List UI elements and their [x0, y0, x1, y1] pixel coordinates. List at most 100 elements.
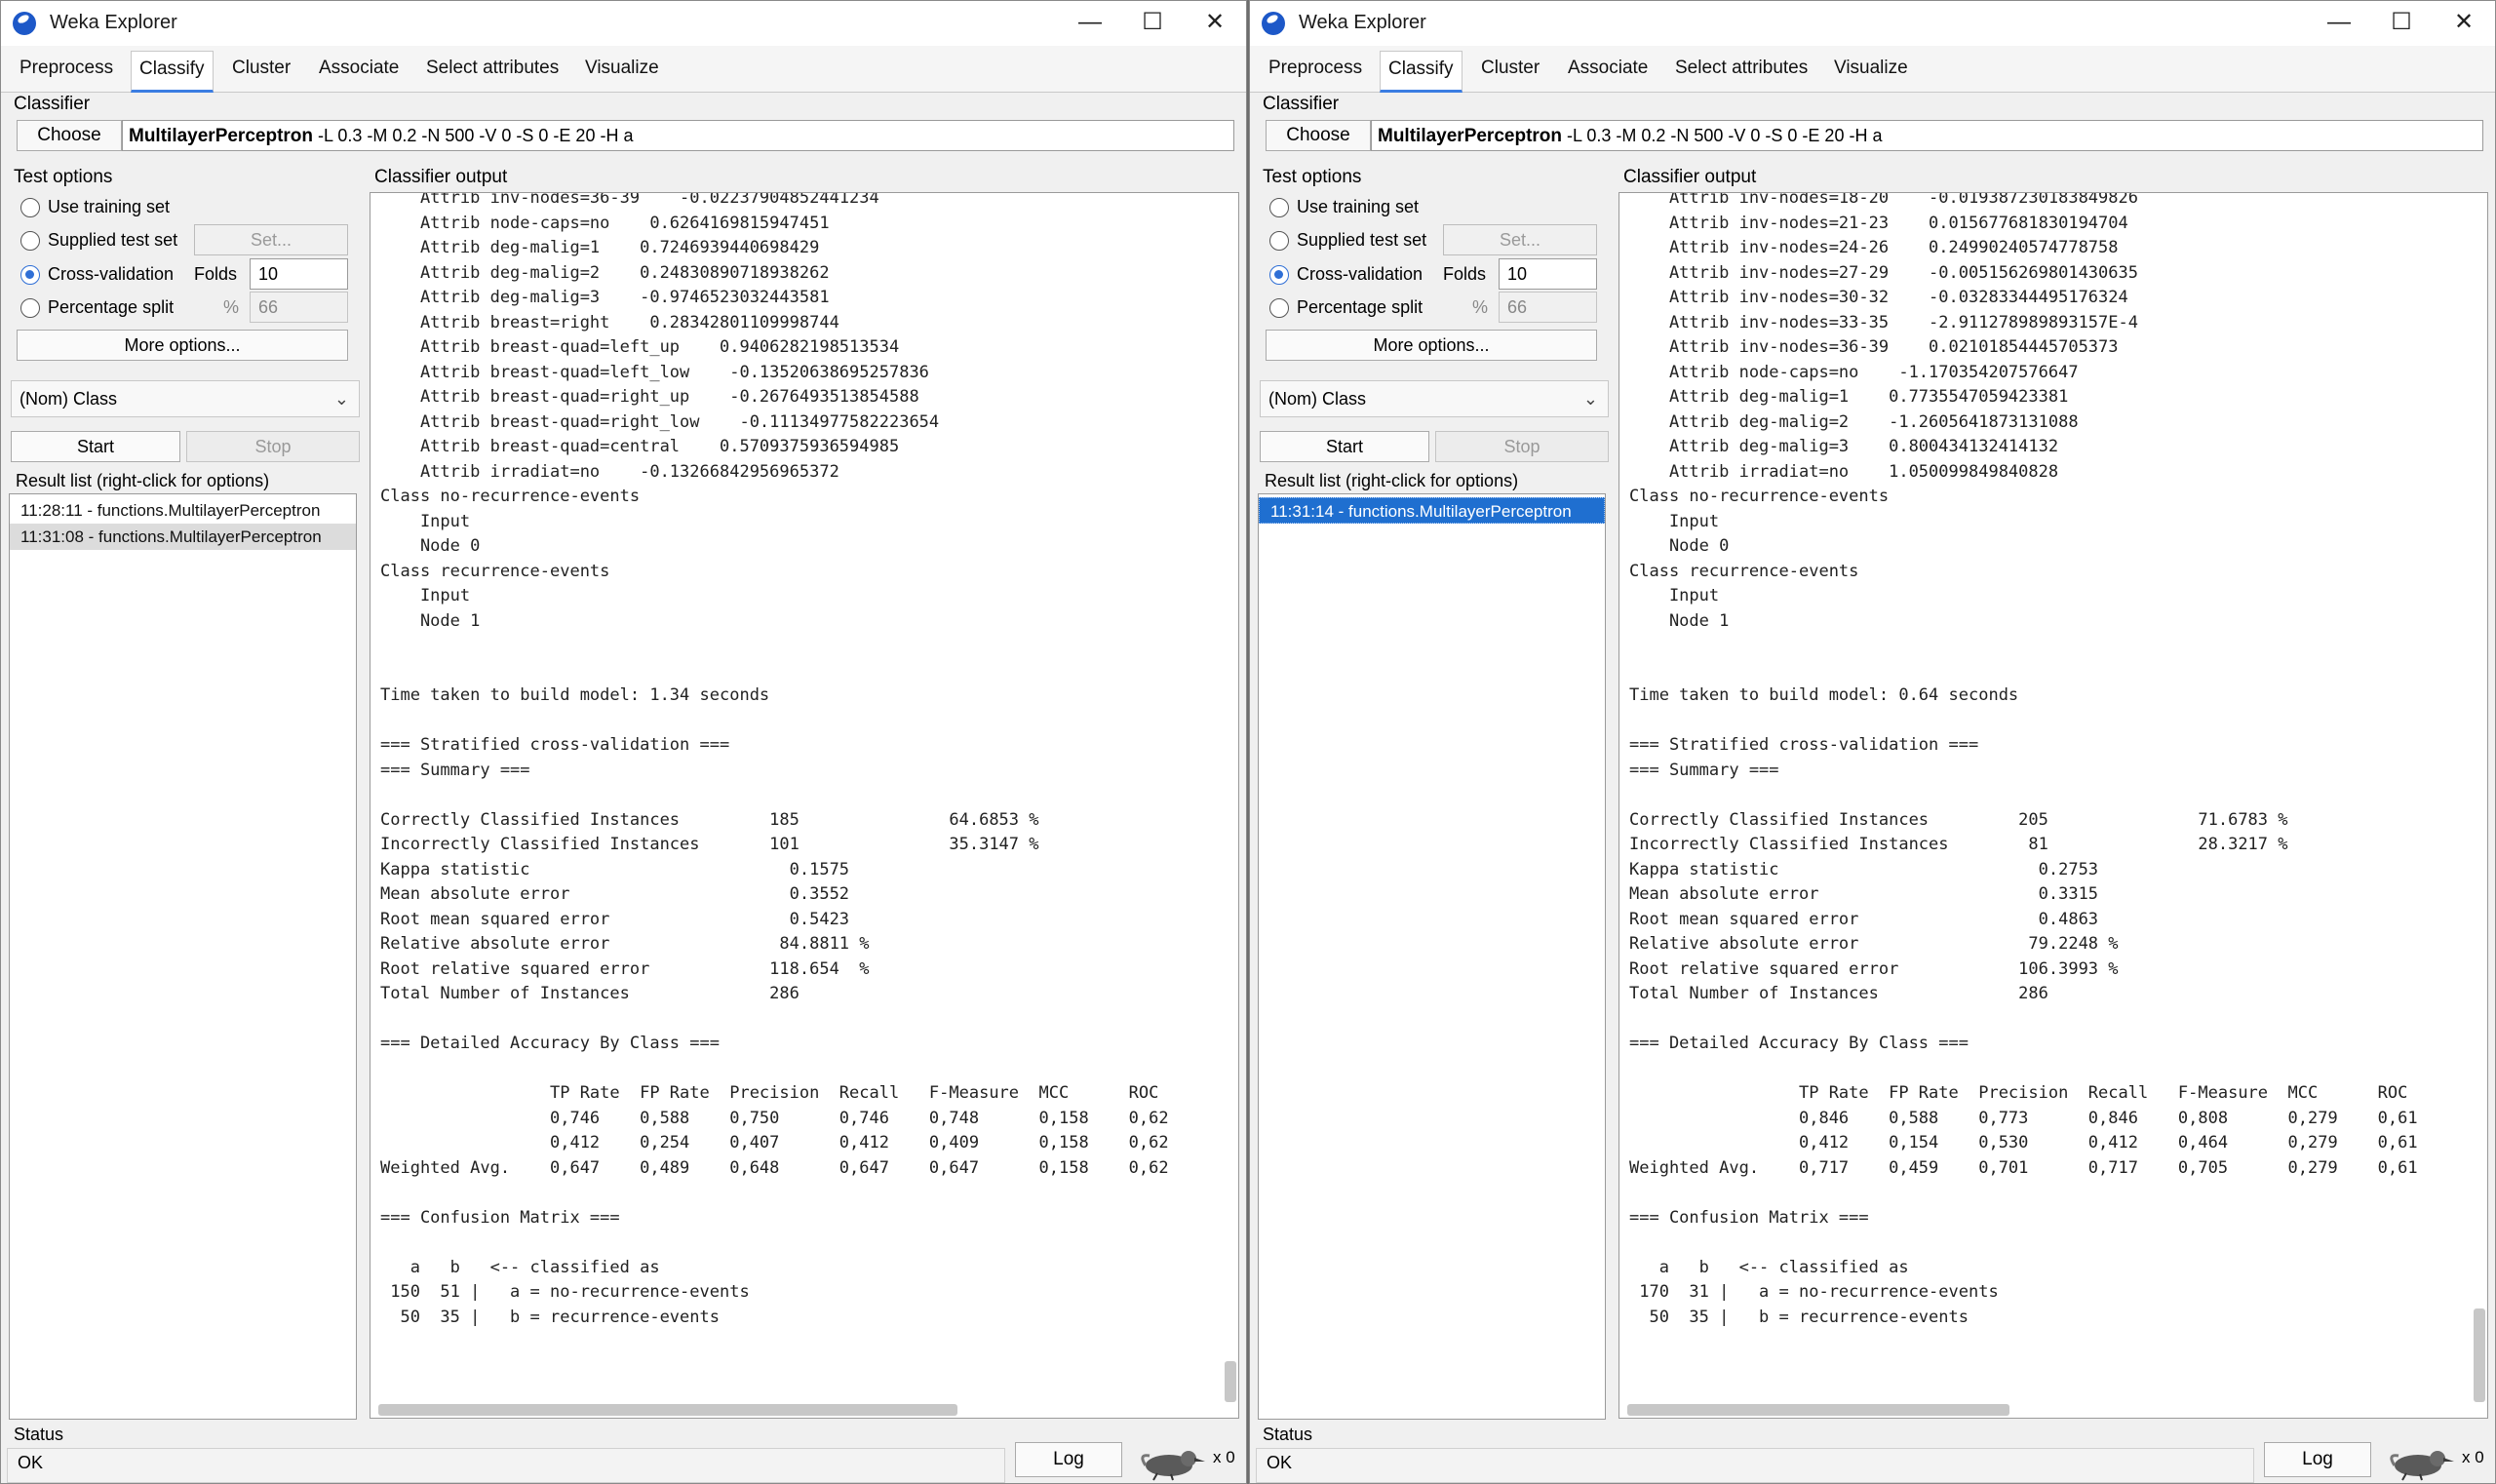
output-line: Attrib irradiat=no -0.13266842956965372 [380, 461, 839, 482]
maximize-icon[interactable]: ☐ [2370, 1, 2433, 46]
chevron-down-icon: ⌄ [1582, 389, 1598, 409]
vertical-scrollbar[interactable] [1225, 1361, 1236, 1402]
maximize-icon[interactable]: ☐ [1121, 1, 1184, 46]
supplied-test-set-radio[interactable] [1269, 231, 1289, 251]
classifier-output-label: Classifier output [374, 167, 508, 187]
output-line: Node 0 [1629, 536, 1730, 556]
output-line: Attrib inv-nodes=21-23 0.015677681830194… [1629, 213, 2128, 233]
tab-cluster[interactable]: Cluster [232, 58, 291, 79]
folds-label: Folds [194, 264, 238, 284]
output-line: Attrib inv-nodes=33-35 -2.91127898989315… [1629, 312, 2138, 332]
output-line: Attrib deg-malig=1 0.7735547059423381 [1629, 387, 2069, 407]
percent-label: % [223, 297, 240, 317]
task-count: x 0 [2462, 1448, 2484, 1466]
output-line: TP Rate FP Rate Precision Recall F-Measu… [1629, 1083, 2408, 1103]
folds-input[interactable]: 10 [1499, 258, 1597, 290]
output-line: Attrib breast-quad=right_up -0.267649351… [380, 387, 919, 407]
tab-preprocess[interactable]: Preprocess [20, 58, 113, 79]
weka-bird-icon[interactable] [2385, 1444, 2455, 1481]
percentage-split-radio[interactable] [1269, 298, 1289, 318]
log-button[interactable]: Log [1015, 1442, 1122, 1477]
tab-preprocess[interactable]: Preprocess [1268, 58, 1362, 79]
output-line: Attrib breast=right 0.28342801109998744 [380, 312, 839, 332]
tab-visualize[interactable]: Visualize [585, 58, 659, 79]
more-options-button[interactable]: More options... [17, 330, 348, 361]
tab-associate[interactable]: Associate [319, 58, 399, 79]
title-bar[interactable]: Weka Explorer — ☐ ✕ [1, 1, 1246, 46]
stop-button[interactable]: Stop [186, 431, 360, 462]
vertical-scrollbar[interactable] [2474, 1308, 2485, 1402]
choose-button[interactable]: Choose [1266, 120, 1371, 151]
output-line: Class recurrence-events [1629, 561, 1859, 581]
supplied-test-set-radio[interactable] [20, 231, 40, 251]
class-attribute-select[interactable]: (Nom) Class ⌄ [1260, 380, 1609, 417]
status-text: OK [1267, 1453, 1293, 1472]
horizontal-scrollbar[interactable] [378, 1404, 957, 1416]
close-icon[interactable]: ✕ [1184, 1, 1246, 46]
tab-classify[interactable]: Classify [1380, 51, 1462, 93]
result-item[interactable]: 11:28:11 - functions.MultilayerPerceptro… [10, 497, 356, 524]
horizontal-scrollbar[interactable] [1627, 1404, 2009, 1416]
tab-bar: Preprocess Classify Cluster Associate Se… [1, 46, 1246, 93]
tab-select-attributes[interactable]: Select attributes [426, 58, 559, 79]
tab-classify[interactable]: Classify [131, 51, 214, 93]
stop-button[interactable]: Stop [1435, 431, 1609, 462]
start-button[interactable]: Start [11, 431, 180, 462]
cross-validation-radio[interactable] [1269, 265, 1289, 285]
output-line: Attrib breast-quad=central 0.57093759365… [380, 437, 900, 456]
choose-button[interactable]: Choose [17, 120, 122, 151]
cross-validation-radio[interactable] [20, 265, 40, 285]
output-line: Root relative squared error 106.3993 % [1629, 958, 2119, 979]
output-line: Node 1 [380, 610, 481, 631]
percentage-split-radio[interactable] [20, 298, 40, 318]
classifier-name: MultilayerPerceptron [129, 126, 313, 146]
result-item-active[interactable]: 11:31:14 - functions.MultilayerPerceptro… [1259, 497, 1605, 524]
output-line: Class no-recurrence-events [1629, 487, 1890, 506]
set-button[interactable]: Set... [194, 224, 348, 255]
tab-cluster[interactable]: Cluster [1481, 58, 1540, 79]
minimize-icon[interactable]: — [1059, 1, 1121, 46]
classifier-output-panel[interactable]: Attrib inv-nodes=18-20 -0.01938723018384… [1618, 192, 2488, 1419]
close-icon[interactable]: ✕ [2433, 1, 2495, 46]
more-options-button[interactable]: More options... [1266, 330, 1597, 361]
output-line: === Stratified cross-validation === [380, 735, 730, 755]
result-list[interactable]: 11:31:14 - functions.MultilayerPerceptro… [1258, 493, 1606, 1420]
tab-visualize[interactable]: Visualize [1834, 58, 1908, 79]
output-line: 0,846 0,588 0,773 0,846 0,808 0,279 0,61 [1629, 1108, 2418, 1128]
classifier-output-panel[interactable]: Attrib inv-nodes=36-39 -0.02237904852441… [370, 192, 1239, 1419]
output-line: Weighted Avg. 0,647 0,489 0,648 0,647 0,… [380, 1157, 1169, 1178]
percentage-split-label: Percentage split [1297, 297, 1424, 317]
use-training-set-radio[interactable] [20, 198, 40, 217]
output-line: === Confusion Matrix === [1629, 1207, 1869, 1228]
minimize-icon[interactable]: — [2308, 1, 2370, 46]
tab-associate[interactable]: Associate [1568, 58, 1648, 79]
start-button[interactable]: Start [1260, 431, 1429, 462]
classifier-row: Choose MultilayerPerceptron -L 0.3 -M 0.… [17, 118, 1234, 153]
log-button[interactable]: Log [2264, 1442, 2371, 1477]
classifier-config-field[interactable]: MultilayerPerceptron -L 0.3 -M 0.2 -N 50… [1371, 120, 2483, 151]
title-bar[interactable]: Weka Explorer — ☐ ✕ [1250, 1, 2495, 46]
output-line: Attrib inv-nodes=27-29 -0.00515626980143… [1629, 262, 2138, 283]
tab-select-attributes[interactable]: Select attributes [1675, 58, 1808, 79]
classifier-output-text: Attrib inv-nodes=18-20 -0.01938723018384… [1629, 193, 2418, 1330]
result-list-label: Result list (right-click for options) [16, 471, 270, 490]
set-button[interactable]: Set... [1443, 224, 1597, 255]
percent-input[interactable]: 66 [250, 292, 348, 323]
output-line: Attrib node-caps=no 0.6264169815947451 [380, 213, 830, 233]
use-training-set-radio[interactable] [1269, 198, 1289, 217]
class-attribute-value: (Nom) Class [20, 389, 118, 409]
output-line: Root mean squared error 0.5423 [380, 909, 850, 929]
folds-input[interactable]: 10 [250, 258, 348, 290]
percent-input[interactable]: 66 [1499, 292, 1597, 323]
output-line: Root relative squared error 118.654 % [380, 958, 870, 979]
result-list[interactable]: 11:28:11 - functions.MultilayerPerceptro… [9, 493, 357, 1420]
classifier-config-field[interactable]: MultilayerPerceptron -L 0.3 -M 0.2 -N 50… [122, 120, 1234, 151]
class-attribute-select[interactable]: (Nom) Class ⌄ [11, 380, 360, 417]
weka-bird-icon[interactable] [1136, 1444, 1206, 1481]
result-item-selected[interactable]: 11:31:08 - functions.MultilayerPerceptro… [10, 524, 356, 550]
